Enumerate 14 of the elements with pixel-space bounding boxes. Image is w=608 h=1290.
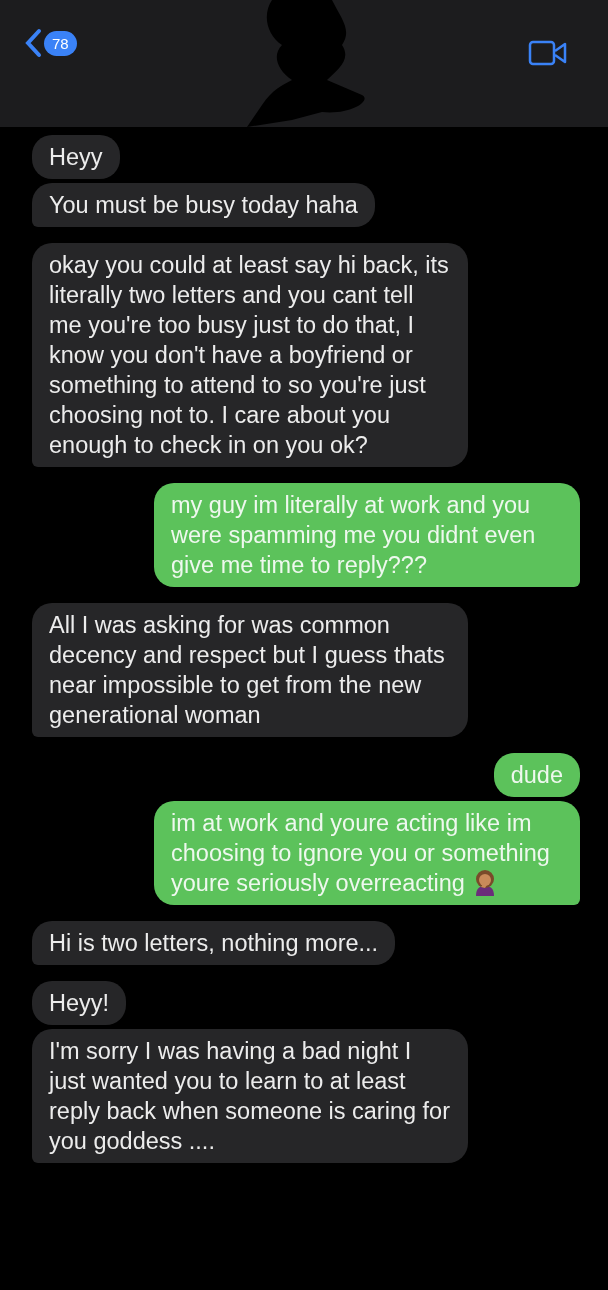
received-message-bubble: I'm sorry I was having a bad night I just wanted you to learn to at least reply back when someone is caring for you goddess .... xyxy=(32,1029,468,1163)
received-message-bubble: okay you could at least say hi back, its literally two letters and you cant tell me you're too busy just to do that, I know you don't have a boyfriend or something to attend to so you're just choosing not to. I care about you enough to check in on you ok? xyxy=(32,243,468,467)
sent-message-bubble: my guy im literally at work and you were spamming me you didnt even give me time to reply??? xyxy=(154,483,580,587)
received-message-bubble: You must be busy today haha xyxy=(32,183,375,227)
received-message-bubble: Hi is two letters, nothing more... xyxy=(32,921,396,965)
received-message-bubble: Heyy! xyxy=(32,981,127,1025)
sent-message-bubble: im at work and youre acting like im choosing to ignore you or something youre seriously overreacting xyxy=(154,801,580,905)
chevron-left-icon xyxy=(24,28,42,58)
video-call-icon[interactable] xyxy=(528,40,568,66)
received-message-bubble: All I was asking for was common decency and respect but I guess thats near impossible to get from the new generational woman xyxy=(32,603,468,737)
received-message-bubble: Heyy xyxy=(32,135,120,179)
unread-count-badge: 78 xyxy=(44,30,77,56)
sent-message-bubble: dude xyxy=(493,753,580,797)
back-button[interactable]: 78 xyxy=(24,28,77,58)
